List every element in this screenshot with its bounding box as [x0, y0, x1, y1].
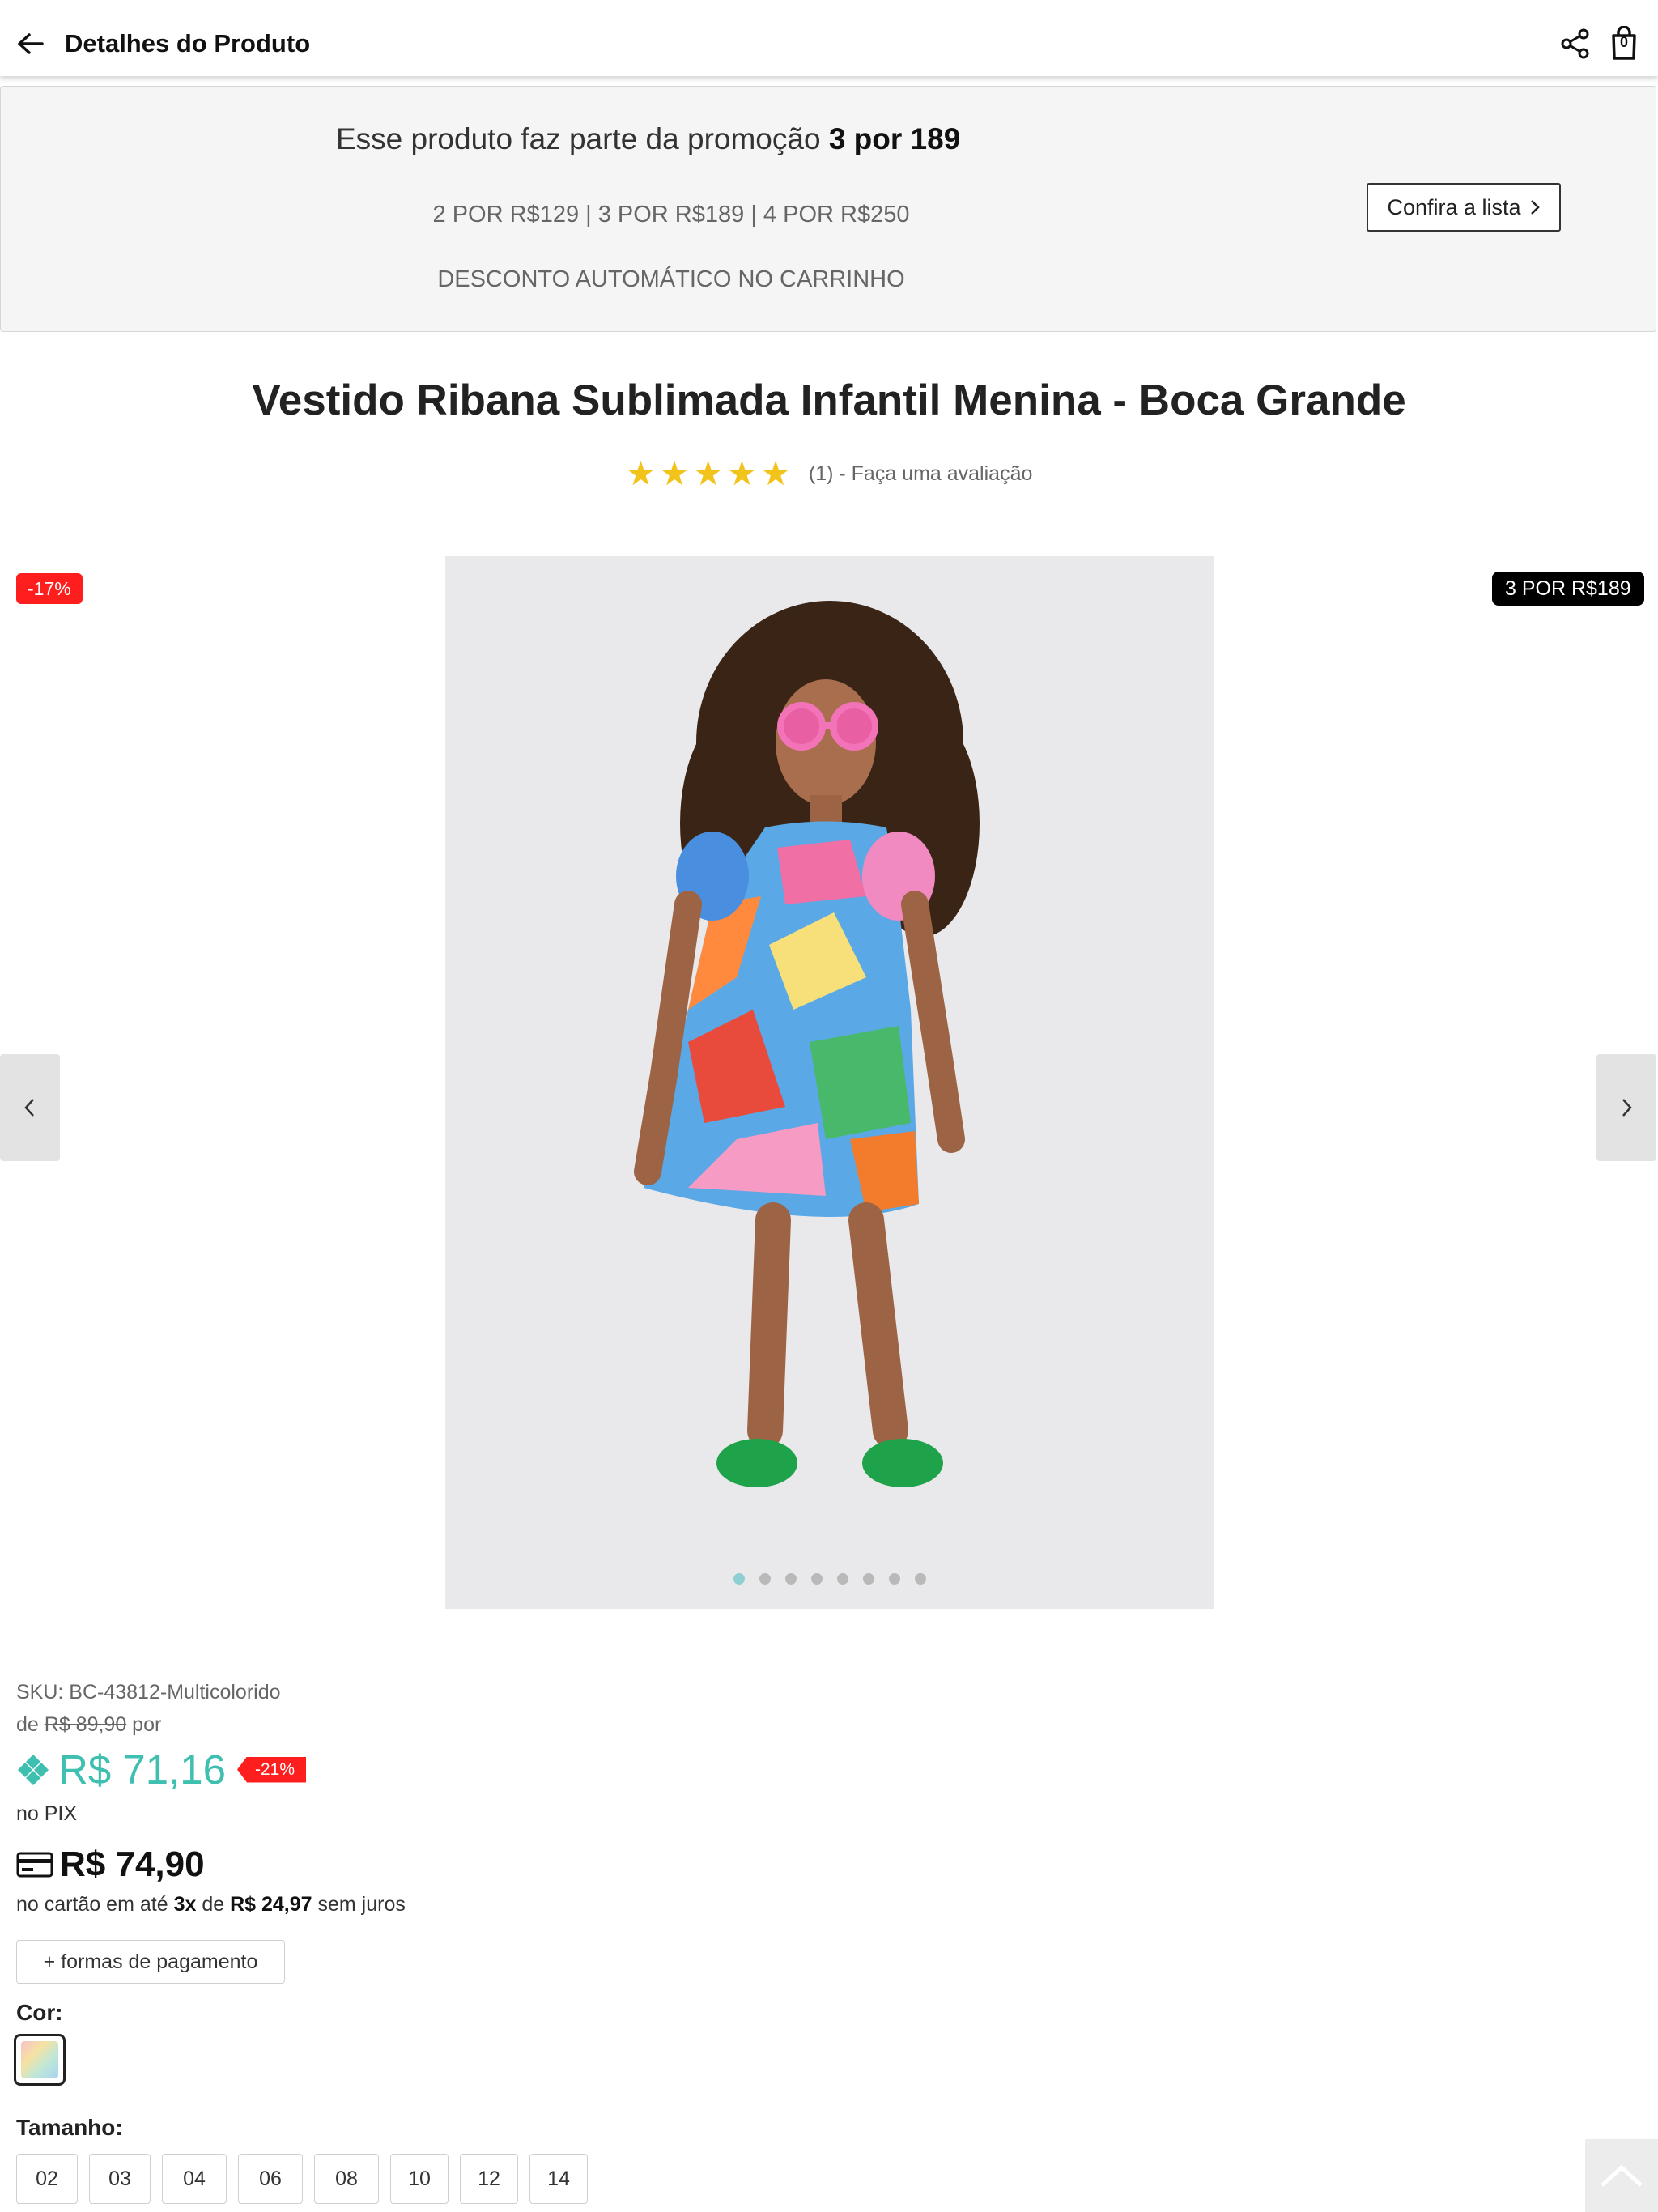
carousel-dot[interactable] [915, 1573, 926, 1585]
see-list-button[interactable]: Confira a lista [1367, 183, 1561, 232]
bag-count: 0 [1619, 34, 1628, 50]
previous-image-button[interactable] [0, 1054, 60, 1161]
size-label: Tamanho: [16, 2115, 123, 2140]
carousel-dot[interactable] [759, 1573, 771, 1585]
size-options: 02 03 04 06 08 10 12 14 [16, 2154, 588, 2204]
carousel-dots[interactable] [445, 1573, 1214, 1585]
pix-price-row: R$ 71,16 -21% [16, 1746, 307, 1793]
carousel-dot[interactable] [889, 1573, 900, 1585]
pix-label: no PIX [16, 1802, 78, 1825]
payment-options-button[interactable]: + formas de pagamento [16, 1940, 285, 1984]
size-option-12[interactable]: 12 [460, 2154, 518, 2204]
promo-badge: 3 POR R$189 [1492, 572, 1644, 606]
star-icon: ★ [625, 454, 657, 492]
chevron-up-icon [1601, 2164, 1643, 2187]
product-title: Vestido Ribana Sublimada Infantil Menina… [252, 376, 1406, 424]
old-price-suffix: por [126, 1713, 162, 1736]
product-sku: SKU: BC-43812-Multicolorido [16, 1681, 281, 1704]
back-arrow-icon[interactable] [15, 28, 47, 60]
shopping-bag-icon[interactable]: 0 [1609, 25, 1642, 62]
discount-badge: -17% [16, 573, 83, 604]
promotion-auto-discount: DESCONTO AUTOMÁTICO NO CARRINHO [437, 266, 905, 292]
installments-prefix: no cartão em até [16, 1893, 174, 1916]
carousel-dot[interactable] [733, 1573, 745, 1585]
credit-card-icon [16, 1852, 53, 1878]
installments-value: R$ 24,97 [230, 1893, 312, 1916]
installments-info: no cartão em até 3x de R$ 24,97 sem juro… [16, 1893, 406, 1916]
old-price-line: de R$ 89,90 por [16, 1713, 161, 1737]
promotion-banner: Esse produto faz parte da promoção 3 por… [0, 86, 1656, 332]
chevron-left-icon [24, 1099, 34, 1117]
star-icon: ★ [726, 454, 758, 492]
size-option-04[interactable]: 04 [162, 2154, 227, 2204]
pix-price: R$ 71,16 [58, 1746, 226, 1793]
promotion-headline-prefix: Esse produto faz parte da promoção [336, 122, 829, 155]
star-icon: ★ [692, 454, 724, 492]
card-price: R$ 74,90 [60, 1844, 205, 1884]
old-price: R$ 89,90 [44, 1713, 127, 1736]
top-bar: Detalhes do Produto 0 [0, 0, 1658, 76]
installments-count: 3x [173, 1893, 197, 1916]
size-option-08[interactable]: 08 [314, 2154, 379, 2204]
size-option-03[interactable]: 03 [89, 2154, 151, 2204]
size-option-10[interactable]: 10 [390, 2154, 449, 2204]
rating-link[interactable]: (1) - Faça uma avaliação [809, 462, 1033, 486]
pix-discount-badge: -21% [237, 1756, 307, 1783]
next-image-button[interactable] [1596, 1054, 1656, 1161]
size-option-02[interactable]: 02 [16, 2154, 78, 2204]
rating-stars[interactable]: ★ ★ ★ ★ ★ [626, 457, 791, 491]
pix-icon [18, 1754, 49, 1785]
carousel-dot[interactable] [811, 1573, 823, 1585]
product-image[interactable] [445, 556, 1214, 1609]
old-price-prefix: de [16, 1713, 45, 1736]
card-price-row: R$ 74,90 [16, 1844, 205, 1885]
color-swatch-multicolor[interactable] [14, 2034, 66, 2086]
carousel-dot[interactable] [837, 1573, 848, 1585]
page-title: Detalhes do Produto [65, 29, 311, 57]
carousel-dot[interactable] [863, 1573, 874, 1585]
size-option-06[interactable]: 06 [238, 2154, 303, 2204]
star-icon: ★ [659, 454, 690, 492]
installments-mid: de [196, 1893, 231, 1916]
chevron-right-icon [1530, 200, 1540, 215]
see-list-label: Confira a lista [1387, 194, 1521, 219]
promotion-tiers: 2 POR R$129 | 3 POR R$189 | 4 POR R$250 [432, 202, 910, 228]
size-option-14[interactable]: 14 [529, 2154, 588, 2204]
product-rating: ★ ★ ★ ★ ★ (1) - Faça uma avaliação [0, 457, 1658, 491]
star-icon: ★ [760, 454, 791, 492]
installments-suffix: sem juros [312, 1893, 406, 1916]
back-to-top-button[interactable] [1585, 2139, 1658, 2212]
promotion-headline: Esse produto faz parte da promoção 3 por… [336, 122, 960, 156]
color-swatch-fill [21, 2041, 58, 2078]
carousel-dot[interactable] [785, 1573, 797, 1585]
color-label: Cor: [16, 2000, 63, 2025]
chevron-right-icon [1622, 1099, 1632, 1117]
share-icon[interactable] [1559, 28, 1592, 60]
promotion-headline-name: 3 por 189 [828, 122, 961, 155]
